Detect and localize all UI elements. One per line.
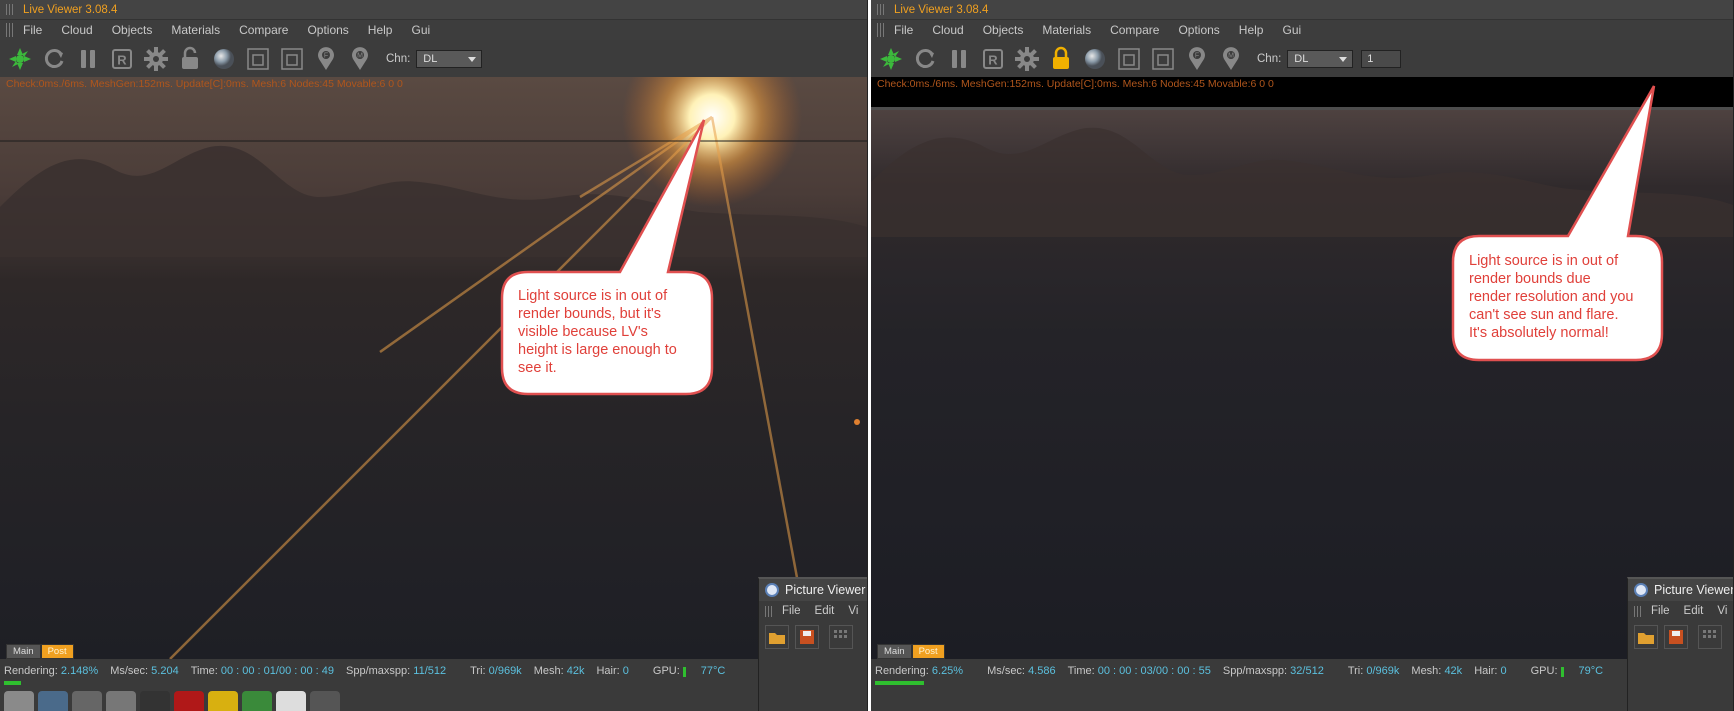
annotation-layer — [500, 85, 1664, 396]
annotation-left-line: Light source is in out of — [518, 288, 668, 304]
annotation-left-line: render bounds, but it's — [518, 306, 662, 322]
annotation-left-line: height is large enough to — [518, 342, 677, 358]
annotation-left-line: visible because LV's — [518, 324, 648, 340]
annotation-right-line: render resolution and you — [1469, 289, 1634, 305]
annotation-right-line: Light source is in out of — [1469, 253, 1619, 269]
annotation-right-line: render bounds due — [1469, 271, 1591, 287]
annotation-right-line: It's absolutely normal! — [1469, 325, 1609, 341]
annotation-left-line: see it. — [518, 360, 557, 376]
annotation-right-line: can't see sun and flare. — [1469, 307, 1619, 323]
annotation-right: Light source is in out of render bounds … — [1469, 252, 1633, 342]
annotation-left: Light source is in out of render bounds,… — [518, 287, 677, 377]
